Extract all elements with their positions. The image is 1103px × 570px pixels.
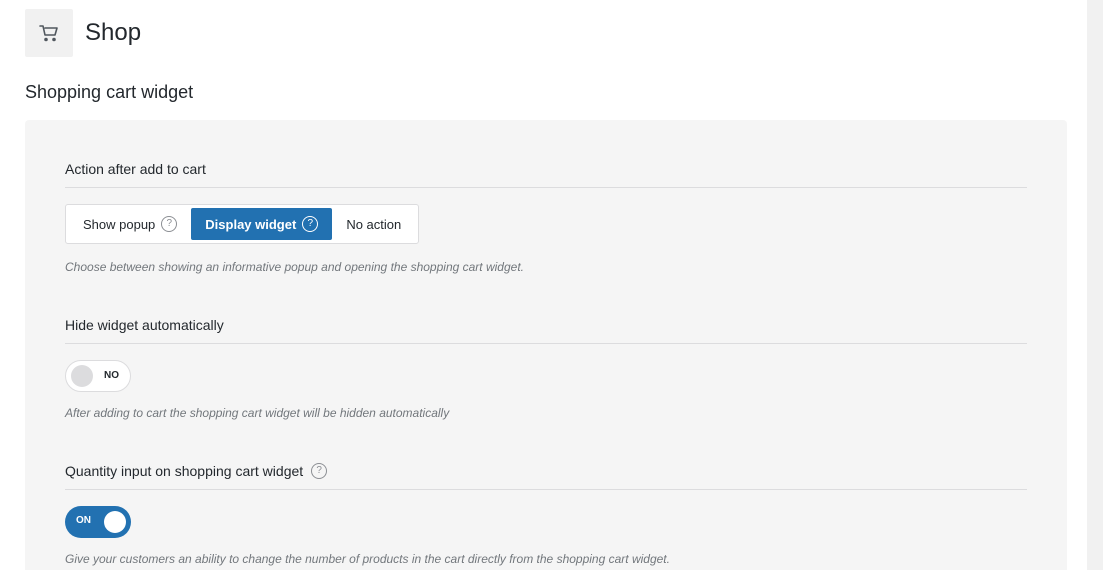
hide-widget-label: Hide widget automatically [65,317,224,333]
toggle-state-text: NO [104,370,119,381]
quantity-input-toggle[interactable]: ON [65,506,131,538]
show-popup-label: Show popup [83,216,156,232]
page-header: Shop [25,9,1067,57]
help-icon[interactable]: ? [161,216,178,232]
help-icon[interactable]: ? [311,463,328,479]
action-after-add-label: Action after add to cart [65,161,206,177]
section-title: Shopping cart widget [25,82,194,102]
setting-quantity-input: Quantity input on shopping cart widget ?… [65,463,1027,566]
hide-widget-description: After adding to cart the shopping cart w… [65,406,450,420]
settings-page: Shop Shopping cart widget Action after a… [25,9,1067,570]
quantity-input-label: Quantity input on shopping cart widget [65,463,304,479]
shopping-cart-icon [25,9,73,57]
no-action-label: No action [346,216,402,232]
display-widget-option[interactable]: Display widget ? [191,208,333,240]
help-icon[interactable]: ? [302,216,319,232]
action-segmented-control: Show popup ? Display widget ? No action [65,204,420,244]
settings-panel: Action after add to cart Show popup ? Di… [25,120,1067,570]
toggle-knob [104,511,126,533]
setting-action-after-add: Action after add to cart Show popup ? Di… [65,161,1027,274]
toggle-knob [71,365,93,387]
setting-label: Action after add to cart [65,161,1027,188]
no-action-option[interactable]: No action [332,208,415,240]
page-title: Shop [85,19,142,46]
setting-hide-widget: Hide widget automatically NO After addin… [65,317,1027,420]
hide-widget-toggle[interactable]: NO [65,360,131,392]
display-widget-label: Display widget [205,216,297,232]
toggle-state-text: ON [76,515,91,526]
show-popup-option[interactable]: Show popup ? [69,208,191,240]
setting-label: Quantity input on shopping cart widget ? [65,463,1027,490]
page-scrollbar[interactable] [1087,0,1103,570]
quantity-input-description: Give your customers an ability to change… [65,552,670,566]
action-after-add-description: Choose between showing an informative po… [65,260,524,274]
setting-label: Hide widget automatically [65,317,1027,344]
